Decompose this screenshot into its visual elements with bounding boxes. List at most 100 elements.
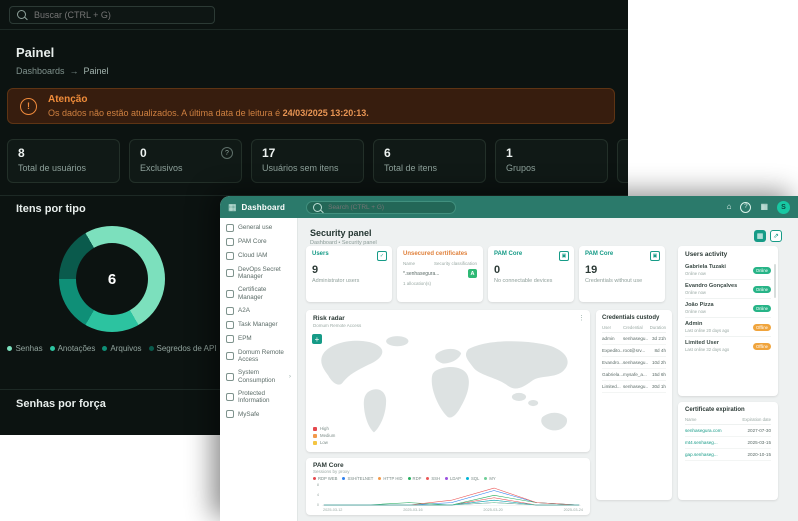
sidebar: General use PAM Core Cloud IAM DevOps Se… (220, 218, 298, 521)
stat-label: Grupos (506, 163, 536, 173)
kebab-menu-icon[interactable]: ⋮ (578, 314, 585, 322)
panel-title: Security panel (310, 228, 372, 238)
cell: senhasegu... (623, 384, 648, 389)
status-badge: Offline (752, 342, 771, 350)
table-row[interactable]: Gabriela... mysafe_a... 15d 6h (602, 369, 666, 381)
table-row[interactable]: senhasegura.com 2027-07-30 (685, 425, 771, 437)
chart-plot: 8 4 0 (313, 483, 583, 507)
user-row[interactable]: João Pizza Online now Online (685, 298, 771, 317)
global-search[interactable] (9, 5, 215, 24)
user-row[interactable]: Gabriela Tuzaki Online now Online (685, 261, 771, 279)
sidebar-item-certificate-manager[interactable]: Certificate Manager (220, 283, 297, 303)
sidebar-item-general-use[interactable]: General use (220, 221, 297, 235)
table-row[interactable]: Expedito... root@srv... 8d 4h (602, 345, 666, 357)
legend-dot (102, 346, 108, 352)
app-title: Dashboard (241, 202, 286, 212)
lock-icon (226, 393, 234, 402)
panel-title: PAM Core (313, 462, 344, 469)
alert-title: Atenção (48, 94, 88, 106)
legend-label: SQL (470, 476, 480, 481)
cell: gap.senhaseg... (685, 452, 718, 457)
search-icon (313, 202, 323, 212)
home-icon[interactable]: ⌂ (727, 203, 732, 211)
warning-icon: ! (20, 97, 37, 115)
sidebar-item-pam-core[interactable]: PAM Core (220, 235, 297, 249)
sidebar-item-label: Cloud IAM (238, 252, 268, 260)
legend-dot (313, 477, 316, 480)
kpi-value: 19 (585, 264, 598, 276)
app-logo-icon[interactable]: ▦ (228, 202, 237, 213)
status-badge: Offline (752, 323, 771, 331)
help-icon[interactable]: ? (221, 147, 233, 159)
legend-item: LDAP (445, 476, 461, 481)
user-name: João Pizza (685, 302, 714, 308)
legend-dot (407, 477, 411, 480)
sidebar-item-label: EPM (238, 335, 252, 343)
security-panel-window: ▦ Dashboard ⌂ ? ▦ S General use PAM Core… (220, 196, 798, 521)
sidebar-item-devops-secret-manager[interactable]: DevOps Secret Manager (220, 263, 297, 283)
legend-item: Anotações (49, 344, 95, 353)
apps-icon[interactable]: ▦ (760, 203, 768, 211)
chevron-right-icon: › (288, 372, 291, 380)
sidebar-item-epm[interactable]: EPM (220, 332, 297, 346)
mini-table-header: Name Security classification (403, 261, 477, 266)
sidebar-item-system-consumption[interactable]: System Consumption › (220, 366, 297, 386)
sidebar-item-domum-remote-access[interactable]: Domum Remote Access (220, 346, 297, 366)
breadcrumb-root[interactable]: Dashboards (16, 66, 65, 76)
y-tick: 0 (316, 503, 319, 507)
header-search-input[interactable] (326, 202, 450, 212)
sidebar-item-mysafe[interactable]: MySafe (220, 407, 297, 421)
sidebar-item-a2a[interactable]: A2A (220, 304, 297, 318)
sidebar-item-cloud-iam[interactable]: Cloud IAM (220, 249, 297, 263)
legend-label: RDP (412, 476, 422, 481)
user-row[interactable]: Evandro Gonçalves Online now Online (685, 279, 771, 298)
zoom-in-button[interactable]: + (312, 334, 322, 344)
certificate-expiration-panel: Certificate expiration Name Expiration d… (678, 402, 778, 500)
avatar[interactable]: S (777, 200, 790, 214)
scrollbar[interactable] (774, 264, 776, 298)
alert-message: Os dados não estão atualizados. A última… (48, 107, 369, 119)
tasks-icon (226, 320, 234, 329)
y-tick: 8 (316, 483, 319, 487)
page-title: Painel (16, 45, 55, 60)
breadcrumb: Dashboards → Painel (16, 66, 109, 76)
world-map[interactable] (306, 330, 590, 450)
stat-card-total-items: 6 Total de itens (373, 139, 486, 183)
user-row[interactable]: Admin Last online 20 days ago Offline (685, 317, 771, 336)
cell: senhasegura.com (685, 428, 722, 433)
sidebar-item-task-manager[interactable]: Task Manager (220, 318, 297, 332)
stat-card-partial (617, 139, 628, 183)
header-search[interactable] (306, 200, 457, 214)
alert-date: 24/03/2025 13:20:13. (282, 107, 369, 118)
cell: admin (602, 336, 615, 341)
table-row[interactable]: Limited... senhasegu... 30d 1h (602, 381, 666, 393)
breadcrumb-separator-icon: → (69, 66, 79, 76)
user-name: Evandro Gonçalves (685, 283, 738, 289)
table-row[interactable]: Evandro... senhasegu... 10d 2h (602, 357, 666, 369)
alert-text: Atenção Os dados não estão atualizados. … (48, 93, 369, 119)
column-credential: Credential (623, 325, 643, 330)
kpi-label: Administrator users (312, 278, 360, 284)
table-row[interactable]: admin senhasegu... 3d 21h (602, 333, 666, 345)
safe-icon (226, 410, 234, 419)
breadcrumb-current: Painel (83, 66, 109, 76)
legend-item: SQL (465, 476, 480, 481)
cell: senhasegu... (623, 336, 648, 341)
sidebar-item-protected-information[interactable]: Protected Information (220, 387, 297, 407)
stat-label: Total de usuários (18, 163, 87, 173)
fullscreen-button[interactable]: ⇗ (770, 230, 782, 242)
layout-grid-button[interactable]: ▦ (754, 230, 766, 242)
panel-subtitle: Domum Remote Access (313, 323, 362, 328)
search-input[interactable] (32, 8, 207, 21)
legend-item: MY (484, 476, 496, 481)
table-header: User Credential Duration (602, 325, 666, 333)
stat-value: 8 (18, 146, 25, 160)
column-name: Name (403, 261, 416, 266)
user-row[interactable]: Limited User Last online 32 days ago Offl… (685, 336, 771, 355)
table-row[interactable]: gap.senhaseg... 2020-10-15 (685, 449, 771, 461)
table-row[interactable]: mt4.senhaseg... 2025-03-15 (685, 437, 771, 449)
help-icon[interactable]: ? (740, 201, 752, 213)
column-user: User (602, 325, 612, 330)
mini-table-footer: 1 allocation(s) (403, 281, 432, 286)
certificate-name: *.senhasegura... (403, 270, 440, 277)
